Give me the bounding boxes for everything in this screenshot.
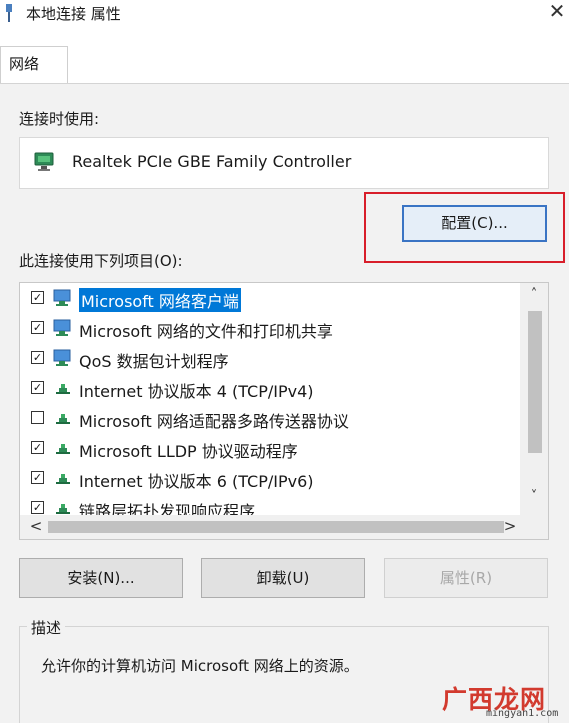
item-label: Internet 协议版本 6 (TCP/IPv6) <box>79 472 314 491</box>
item-label: Microsoft 网络客户端 <box>79 288 241 312</box>
configure-button[interactable]: 配置(C)... <box>402 205 547 242</box>
tab-networking[interactable]: 网络 <box>0 46 68 84</box>
item-checkbox[interactable]: ✓ <box>31 291 44 304</box>
items-label: 此连接使用下列项目(O): <box>19 252 183 270</box>
tab-panel: 连接时使用: Realtek PCIe GBE Family Controlle… <box>0 83 569 723</box>
tab-strip: 网络 <box>0 38 569 84</box>
protocol-icon <box>56 384 70 394</box>
item-label: Microsoft 网络的文件和打印机共享 <box>79 322 333 341</box>
network-client-icon <box>53 349 71 366</box>
item-checkbox[interactable]: ✓ <box>31 351 44 364</box>
scroll-left-icon[interactable]: < <box>26 517 46 537</box>
scroll-up-icon[interactable]: ˄ <box>520 287 548 307</box>
network-adapter-icon <box>34 152 54 171</box>
connection-icon <box>6 4 12 22</box>
close-button[interactable]: ✕ <box>546 0 568 24</box>
list-item[interactable]: ✓ Microsoft LLDP 协议驱动程序 <box>20 433 518 463</box>
network-client-icon <box>53 319 71 336</box>
list-item[interactable]: ✓ Internet 协议版本 6 (TCP/IPv6) <box>20 463 518 493</box>
title-bar: 本地连接 属性 ✕ <box>0 0 569 28</box>
watermark-url: mingyan1.com <box>486 708 559 719</box>
uninstall-button[interactable]: 卸载(U) <box>201 558 365 598</box>
list-item[interactable]: Microsoft 网络适配器多路传送器协议 <box>20 403 518 433</box>
connect-using-label: 连接时使用: <box>19 110 100 128</box>
protocol-icon <box>56 414 70 424</box>
window-title: 本地连接 属性 <box>26 5 121 23</box>
scroll-thumb[interactable] <box>48 521 504 533</box>
network-client-icon <box>53 289 71 306</box>
item-checkbox[interactable]: ✓ <box>31 471 44 484</box>
item-checkbox[interactable]: ✓ <box>31 441 44 454</box>
scroll-thumb[interactable] <box>528 311 542 453</box>
protocol-icon <box>56 474 70 484</box>
scroll-right-icon[interactable]: > <box>500 517 520 537</box>
item-label: Internet 协议版本 4 (TCP/IPv4) <box>79 382 314 401</box>
list-item[interactable]: ✓ QoS 数据包计划程序 <box>20 343 518 373</box>
protocol-icon <box>56 444 70 454</box>
watermark: 广西龙网 mingyan1.com <box>430 680 569 723</box>
horizontal-scrollbar[interactable]: < > <box>20 515 548 539</box>
scroll-down-icon[interactable]: ˅ <box>520 489 548 509</box>
adapter-name: Realtek PCIe GBE Family Controller <box>72 152 352 171</box>
list-item[interactable]: ✓ Internet 协议版本 4 (TCP/IPv4) <box>20 373 518 403</box>
items-list[interactable]: ✓ Microsoft 网络客户端 ✓ Microsoft 网络的文件和打印机共… <box>19 282 549 540</box>
adapter-box: Realtek PCIe GBE Family Controller <box>19 137 549 189</box>
description-text: 允许你的计算机访问 Microsoft 网络上的资源。 <box>41 657 359 675</box>
item-checkbox[interactable]: ✓ <box>31 381 44 394</box>
item-checkbox[interactable]: ✓ <box>31 321 44 334</box>
close-icon: ✕ <box>548 0 566 23</box>
item-label: Microsoft LLDP 协议驱动程序 <box>79 442 298 461</box>
item-label: Microsoft 网络适配器多路传送器协议 <box>79 412 349 431</box>
list-item[interactable]: ✓ Microsoft 网络的文件和打印机共享 <box>20 313 518 343</box>
item-label: QoS 数据包计划程序 <box>79 352 229 371</box>
vertical-scrollbar[interactable]: ˄ ˅ <box>520 283 548 515</box>
install-button[interactable]: 安装(N)... <box>19 558 183 598</box>
properties-button[interactable]: 属性(R) <box>384 558 548 598</box>
item-checkbox[interactable] <box>31 411 44 424</box>
list-item[interactable]: ✓ Microsoft 网络客户端 <box>20 283 518 313</box>
description-legend: 描述 <box>27 617 66 638</box>
item-checkbox[interactable]: ✓ <box>31 501 44 514</box>
